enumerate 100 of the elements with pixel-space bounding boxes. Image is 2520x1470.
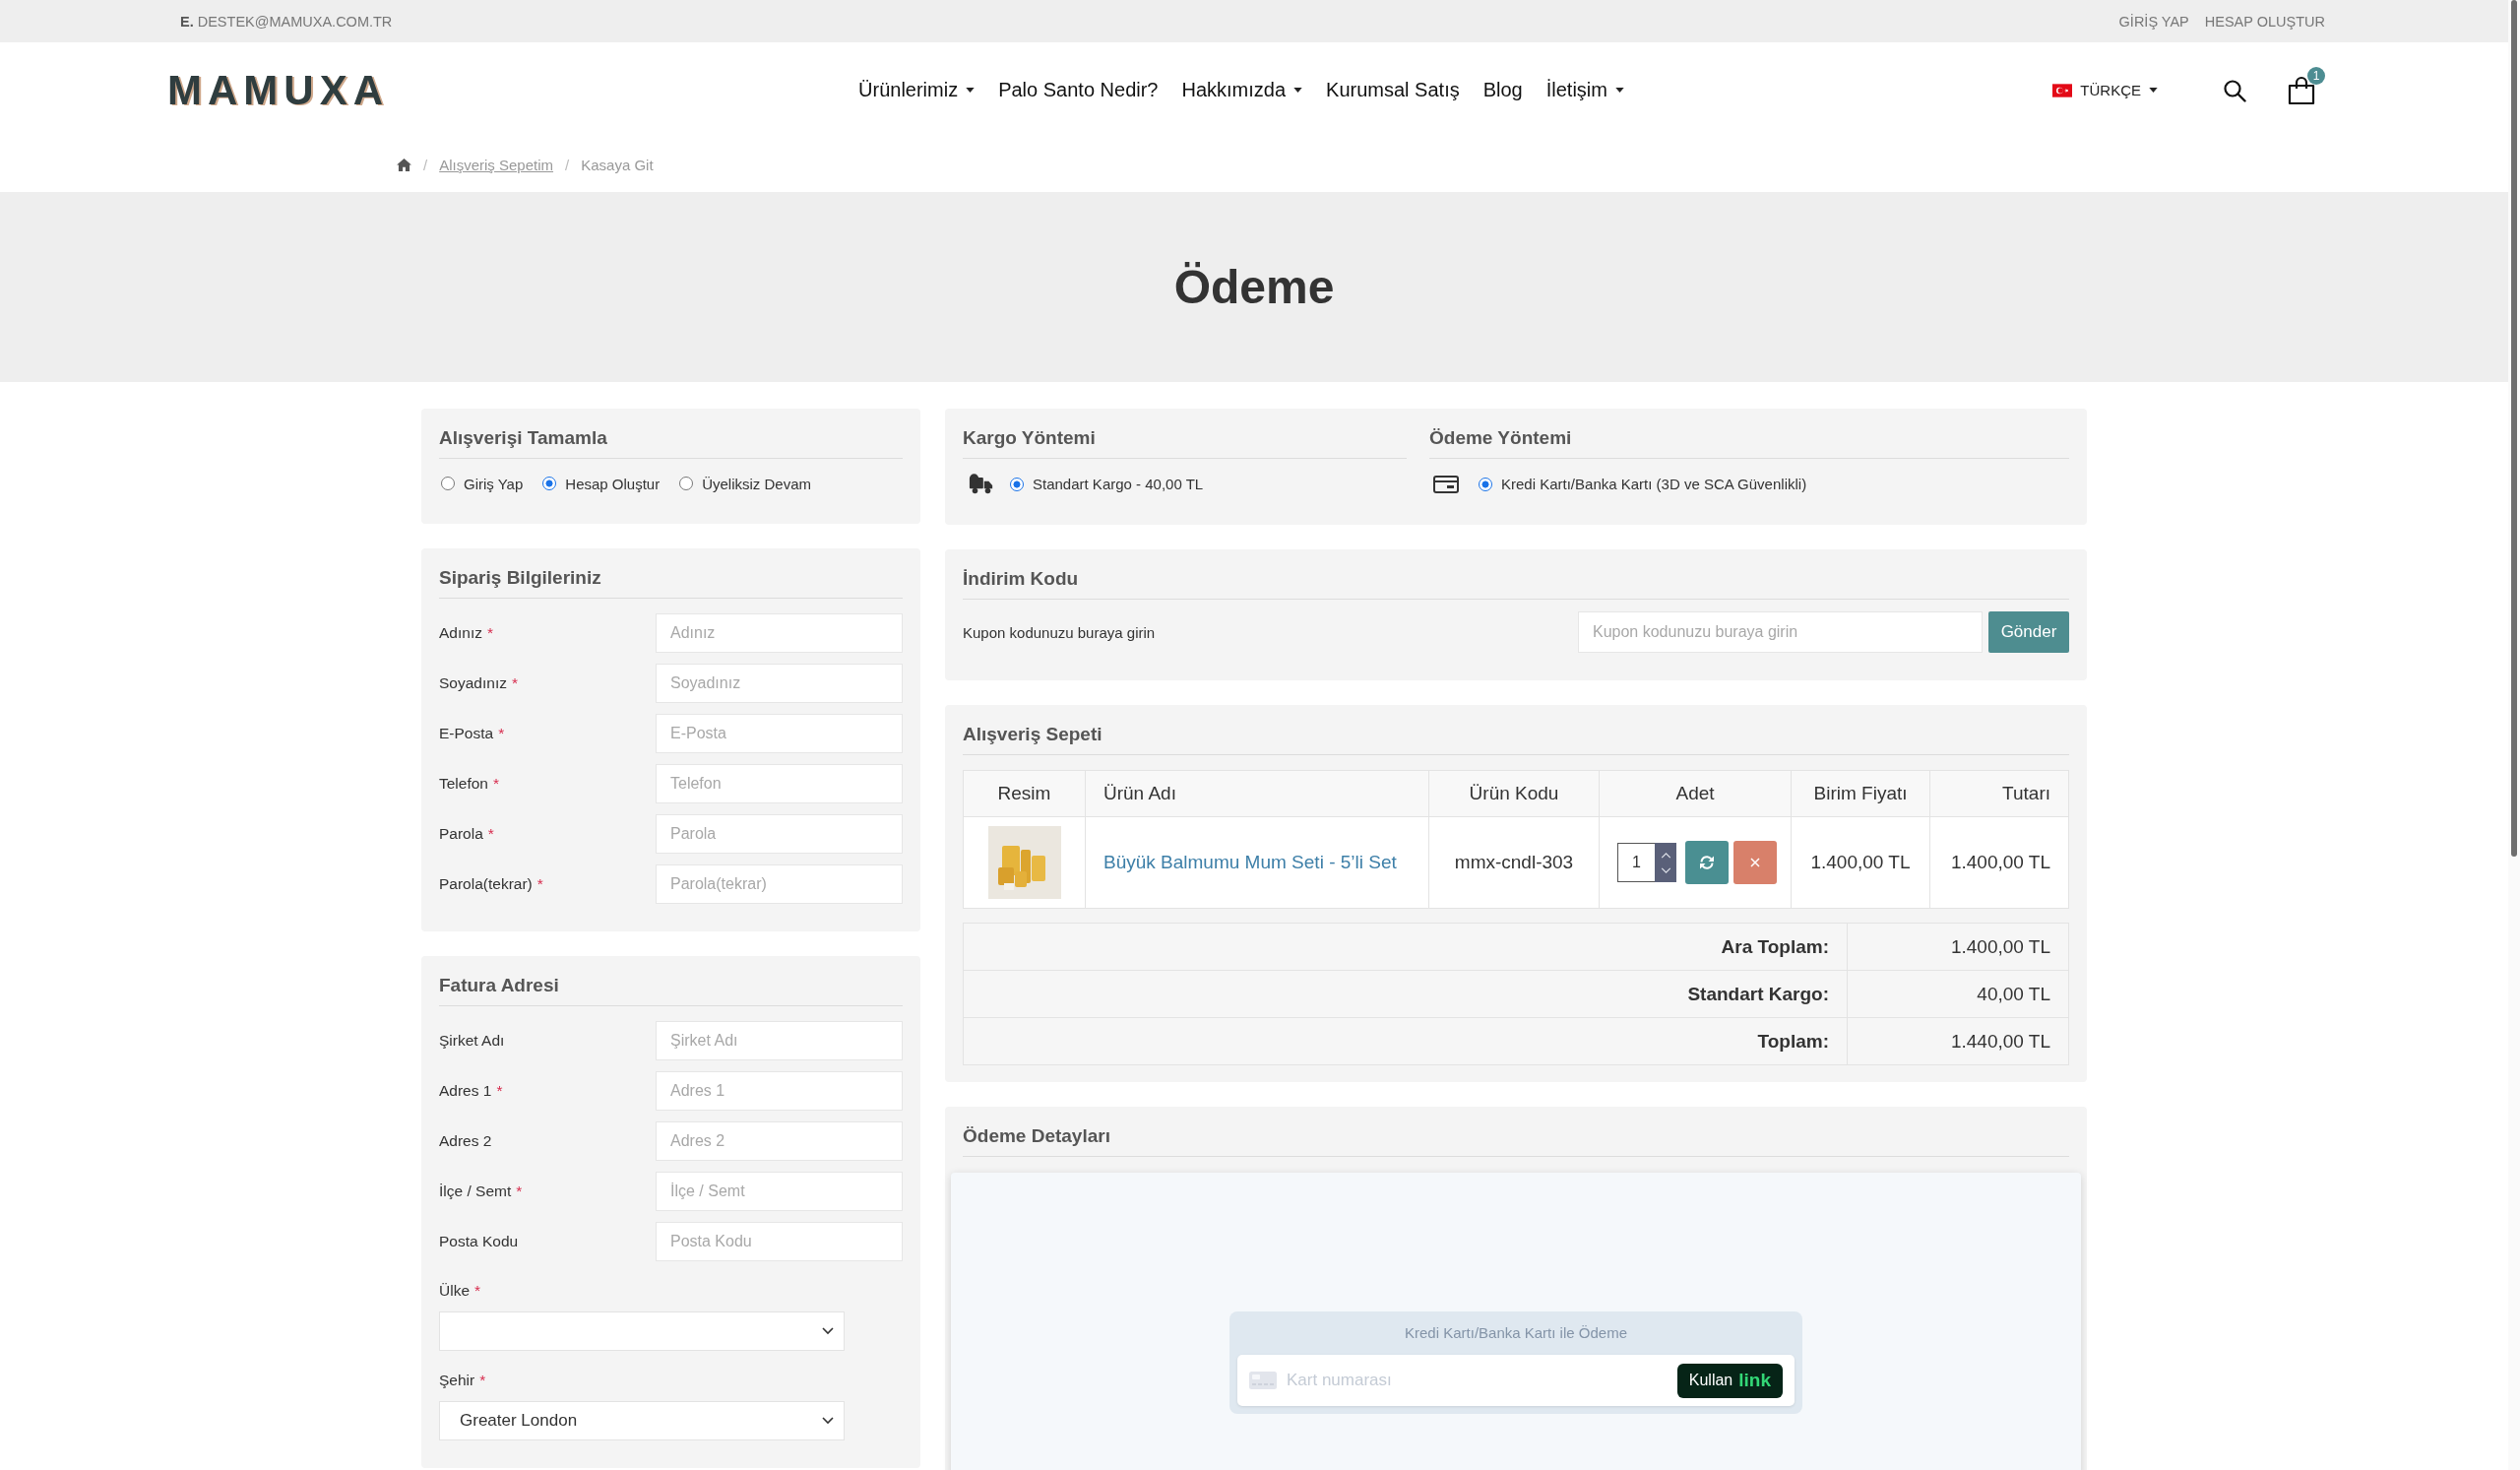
field-label: Şehir * bbox=[439, 1371, 486, 1390]
radio-button[interactable] bbox=[679, 477, 694, 490]
input-field[interactable]: Parola bbox=[656, 814, 903, 854]
field-label: Soyadınız * bbox=[439, 674, 518, 692]
table-cell: 1.400,00 TL bbox=[1847, 923, 2069, 971]
column-header: Birim Fiyatı bbox=[1791, 770, 1930, 817]
nav-link[interactable]: Palo Santo Nedir? bbox=[986, 79, 1170, 101]
table-cell: Ara Toplam: bbox=[963, 923, 1848, 971]
radio-button[interactable] bbox=[542, 477, 557, 490]
breadcrumb-current: Kasaya Git bbox=[581, 157, 654, 173]
table-cell: 1.400,00 TL bbox=[1929, 816, 2069, 909]
column-header: Ürün Adı bbox=[1085, 770, 1429, 817]
radio-button[interactable] bbox=[1479, 477, 1492, 491]
input-field[interactable]: Adres 2 bbox=[656, 1121, 903, 1161]
top-link[interactable]: HESAP OLUŞTUR bbox=[2204, 13, 2325, 30]
option-label[interactable]: Hesap Oluştur bbox=[565, 475, 661, 492]
input-field[interactable]: Posta Kodu bbox=[656, 1222, 903, 1261]
field-label: E-Posta * bbox=[439, 725, 505, 742]
input-field[interactable]: Adres 1 bbox=[656, 1071, 903, 1111]
table-cell: 40,00 TL bbox=[1847, 970, 2069, 1018]
field-label: Şirket Adı bbox=[439, 1032, 505, 1050]
chevron-down-icon[interactable] bbox=[1660, 866, 1671, 873]
column-header: Resim bbox=[963, 770, 1086, 817]
chevron-down-icon bbox=[822, 1327, 834, 1335]
chevron-up-icon[interactable] bbox=[1660, 852, 1671, 859]
column-header: Adet bbox=[1599, 770, 1792, 817]
widget-title: Kredi Kartı/Banka Kartı ile Ödeme bbox=[1405, 1323, 1627, 1343]
panel-title: Ödeme Detayları bbox=[963, 1125, 1110, 1146]
nav-link[interactable]: İletişim bbox=[1534, 79, 1636, 101]
field-label: Adres 1 * bbox=[439, 1082, 503, 1100]
scrollbar-thumb[interactable] bbox=[2511, 0, 2517, 857]
flag-icon bbox=[2052, 83, 2073, 97]
contact-email: E. DESTEK@MAMUXA.COM.TR bbox=[180, 13, 393, 30]
breadcrumb-separator: / bbox=[565, 157, 570, 173]
nav-link[interactable]: Ürünlerimiz bbox=[847, 79, 987, 101]
card-number-field[interactable]: Kart numarası Kullan link bbox=[1237, 1355, 1795, 1406]
input-field[interactable]: İlçe / Semt bbox=[656, 1172, 903, 1211]
panel-title: Alışverişi Tamamla bbox=[439, 427, 607, 448]
table-cell: 1.440,00 TL bbox=[1847, 1017, 2069, 1065]
coupon-field[interactable]: Kupon kodunuzu buraya girin bbox=[1578, 611, 1983, 653]
radio-button[interactable] bbox=[441, 477, 455, 490]
input-field[interactable]: E-Posta bbox=[656, 714, 903, 753]
table-cell: Standart Kargo: bbox=[963, 970, 1848, 1018]
input-field[interactable]: Şirket Adı bbox=[656, 1021, 903, 1060]
field-label: Posta Kodu bbox=[439, 1233, 519, 1250]
top-link[interactable]: GİRİŞ YAP bbox=[2118, 13, 2189, 30]
input-field[interactable]: Telefon bbox=[656, 764, 903, 803]
search-icon[interactable] bbox=[2223, 78, 2246, 102]
breadcrumb-separator: / bbox=[423, 157, 428, 173]
refresh-icon bbox=[1699, 855, 1715, 870]
close-icon bbox=[1750, 858, 1760, 867]
panel-title: Sipariş Bilgileriniz bbox=[439, 567, 601, 588]
table-cell: mmx-cndl-303 bbox=[1428, 816, 1600, 909]
field-label: İlçe / Semt * bbox=[439, 1182, 523, 1200]
card-icon bbox=[1249, 1372, 1277, 1389]
link-pay-button[interactable]: Kullan link bbox=[1676, 1363, 1783, 1398]
home-icon[interactable] bbox=[397, 159, 411, 171]
panel-title: Fatura Adresi bbox=[439, 975, 559, 995]
quantity-stepper[interactable] bbox=[1655, 843, 1676, 882]
card-icon bbox=[1433, 475, 1459, 493]
column-header: Ürün Kodu bbox=[1428, 770, 1600, 817]
field-label: Parola * bbox=[439, 825, 494, 843]
input-field[interactable]: Soyadınız bbox=[656, 664, 903, 703]
page-title: Ödeme bbox=[1173, 259, 1335, 315]
panel-title: Alışveriş Sepeti bbox=[963, 724, 1102, 744]
panel-title: İndirim Kodu bbox=[963, 568, 1079, 589]
panel-title: Kargo Yöntemi bbox=[963, 427, 1096, 448]
update-button[interactable] bbox=[1685, 841, 1729, 884]
field-label: Parola(tekrar) * bbox=[439, 875, 543, 893]
nav-link[interactable]: Kurumsal Satış bbox=[1314, 79, 1472, 101]
nav-link[interactable]: Blog bbox=[1471, 79, 1535, 101]
language-selector[interactable]: TÜRKÇE bbox=[2052, 82, 2158, 98]
field-label: Kupon kodunuzu buraya girin bbox=[963, 623, 1156, 641]
product-link[interactable]: Büyük Balmumu Mum Seti - 5’li Set bbox=[1103, 852, 1397, 872]
select-field[interactable] bbox=[439, 1311, 845, 1351]
option-label[interactable]: Standart Kargo - 40,00 TL bbox=[1033, 476, 1204, 492]
nav-link[interactable]: Hakkımızda bbox=[1169, 79, 1315, 101]
column-header: Tutarı bbox=[1929, 770, 2069, 817]
table-cell: Toplam: bbox=[963, 1017, 1848, 1065]
chevron-down-icon bbox=[822, 1417, 834, 1425]
panel-title: Ödeme Yöntemi bbox=[1429, 427, 1572, 448]
caret-down-icon bbox=[2149, 88, 2158, 93]
field-label: Telefon * bbox=[439, 775, 500, 793]
option-label[interactable]: Giriş Yap bbox=[464, 475, 524, 492]
input-field[interactable]: Parola(tekrar) bbox=[656, 864, 903, 904]
logo[interactable]: MAMUXA bbox=[167, 67, 389, 113]
table-cell: 1.400,00 TL bbox=[1791, 816, 1930, 909]
option-label[interactable]: Üyeliksiz Devam bbox=[702, 475, 812, 492]
radio-button[interactable] bbox=[1010, 477, 1024, 491]
input-field[interactable]: Adınız bbox=[656, 613, 903, 653]
option-label[interactable]: Kredi Kartı/Banka Kartı (3D ve SCA Güvenlikli) bbox=[1501, 476, 1807, 492]
field-label: Ülke * bbox=[439, 1281, 481, 1301]
submit-button[interactable]: Gönder bbox=[1988, 611, 2069, 653]
shopping-bag-icon[interactable] bbox=[2288, 75, 2315, 105]
cart-count-badge: 1 bbox=[2307, 66, 2325, 85]
field-label: Adres 2 bbox=[439, 1132, 492, 1150]
quantity-field[interactable]: 1 bbox=[1617, 843, 1655, 882]
field-label: Adınız * bbox=[439, 624, 493, 642]
truck-icon bbox=[969, 474, 994, 494]
select-field[interactable]: Greater London bbox=[439, 1401, 845, 1440]
